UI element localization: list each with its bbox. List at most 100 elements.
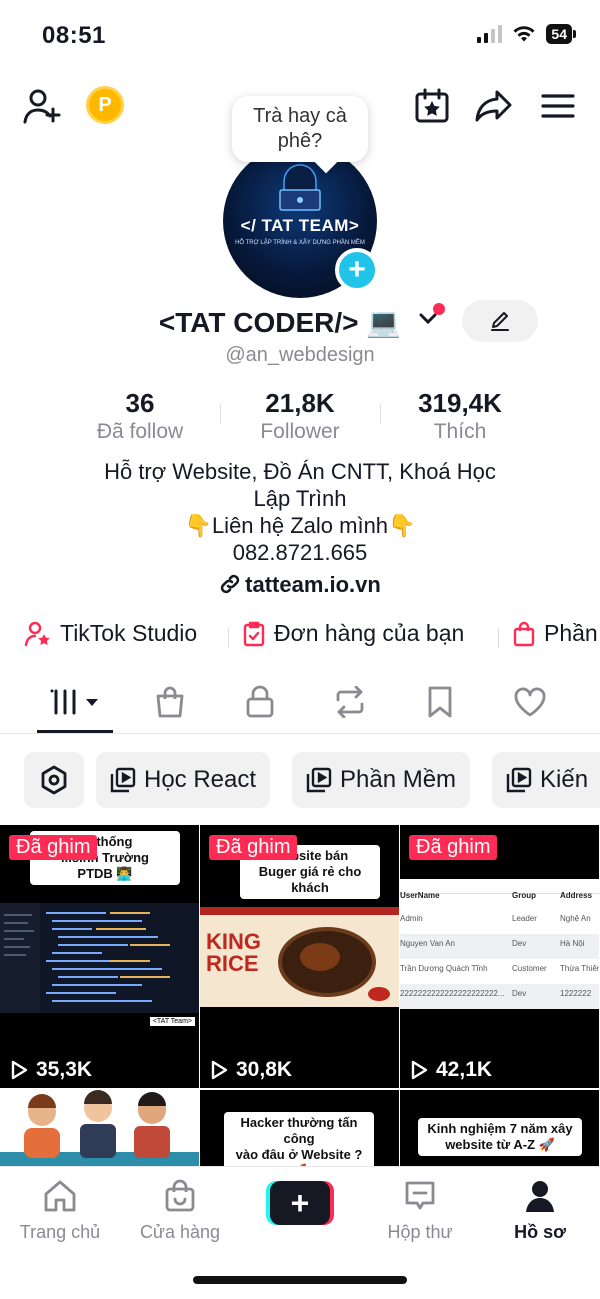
profile-bio: Hỗ trợ Website, Đồ Án CNTT, Khoá Học Lập…: [0, 458, 600, 566]
status-bar: 08:51 54: [0, 0, 600, 70]
bio-line: 👇Liên hệ Zalo mình👇: [184, 513, 416, 538]
bio-line: 082.8721.665: [232, 540, 368, 565]
link-icon: [221, 574, 240, 594]
bag-icon: [513, 621, 535, 646]
nav-label: Trang chủ: [19, 1222, 101, 1242]
bio-link-text: tatteam.io.vn: [245, 572, 381, 597]
video-caption: Hacker thường tấn công vào đâu ở Website…: [224, 1112, 374, 1171]
note-bubble-text: Trà hay cà phê?: [253, 105, 347, 152]
status-time: 08:51: [42, 22, 106, 49]
tab-liked[interactable]: [500, 682, 560, 722]
watermark-tag: <TAT Team>: [149, 1017, 195, 1026]
plus-icon: +: [348, 253, 366, 286]
pinned-badge: Đã ghim: [9, 835, 98, 860]
video-thumbnail[interactable]: Website bán Buger giá rẻ cho khách KING …: [200, 825, 399, 1088]
playlist-icon: [506, 767, 532, 793]
stat-likes[interactable]: 319,4K Thích: [380, 388, 540, 444]
playlist-chip[interactable]: Phần Mềm: [292, 752, 471, 808]
account-switch-chevron-icon[interactable]: [418, 312, 438, 331]
code-screenshot: [0, 903, 199, 1013]
tiktok-studio-link[interactable]: TikTok Studio: [24, 620, 197, 647]
edit-profile-button[interactable]: [462, 300, 538, 342]
stat-value: 36: [125, 388, 155, 418]
bio-line: Hỗ trợ Website, Đồ Án CNTT, Khoá Học: [104, 459, 496, 484]
share-icon[interactable]: [474, 86, 514, 126]
add-story-button[interactable]: +: [335, 248, 379, 292]
repost-icon: [336, 686, 364, 718]
nav-profile[interactable]: Hồ sơ: [480, 1179, 600, 1243]
nav-label: Hồ sơ: [514, 1222, 566, 1242]
bookmark-icon: [428, 686, 452, 718]
video-caption: Kinh nghiệm 7 năm xây website từ A-Z 🚀: [418, 1118, 582, 1156]
quick-link-label: TikTok Studio: [60, 620, 198, 646]
playlist-icon: [306, 767, 332, 793]
view-count: 35,3K: [10, 1058, 92, 1082]
view-count-text: 30,8K: [236, 1058, 293, 1081]
profile-handle: @an_webdesign: [225, 344, 375, 366]
play-icon: [11, 1060, 28, 1080]
shop-link[interactable]: Phần: [512, 620, 598, 647]
coin-button[interactable]: P: [86, 86, 124, 124]
thumb-title: KING RICE: [206, 929, 261, 976]
tab-reposts[interactable]: [320, 682, 380, 722]
hacker-icon: [279, 164, 321, 211]
tab-shop[interactable]: [140, 682, 200, 722]
food-website-screenshot: KING RICE: [200, 907, 399, 1007]
playlist-label: Học React: [144, 766, 257, 793]
plus-icon: +: [270, 1181, 330, 1225]
stat-following[interactable]: 36 Đã follow: [60, 388, 220, 444]
bio-link[interactable]: tatteam.io.vn: [0, 572, 600, 598]
video-thumbnail[interactable]: UserName Group Address Admin Leader Nghệ…: [400, 825, 599, 1088]
add-friend-icon[interactable]: [20, 86, 64, 126]
playlist-settings-button[interactable]: [24, 752, 84, 808]
note-bubble[interactable]: Trà hay cà phê?: [232, 96, 368, 162]
tab-videos[interactable]: [45, 682, 105, 722]
menu-icon[interactable]: [540, 90, 576, 122]
shopping-bag-icon: [156, 686, 184, 718]
divider: [228, 628, 229, 648]
order-icon: [243, 621, 265, 646]
play-icon: [411, 1060, 428, 1080]
home-icon: [44, 1180, 76, 1212]
table-row: Nguyen Van An Dev Hà Nội: [400, 934, 599, 959]
table-row: 2222222222222222222222... Dev 1222222: [400, 984, 599, 1009]
tab-favorites[interactable]: [410, 682, 470, 722]
stat-value: 21,8K: [265, 388, 335, 418]
playlist-chip[interactable]: Kiến: [492, 752, 600, 808]
avatar-sub-text: HỖ TRỢ LẬP TRÌNH & XÂY DỰNG PHẦN MỀM: [235, 240, 365, 246]
home-indicator: [193, 1276, 407, 1284]
video-grid: hệ thống ...sinh Trường PTDB 👨‍💻 <TAT Te…: [0, 825, 600, 1171]
create-button[interactable]: +: [266, 1181, 334, 1225]
nav-home[interactable]: Trang chủ: [0, 1179, 120, 1243]
calendar-star-icon[interactable]: [412, 86, 452, 126]
content-tabs: [0, 668, 600, 734]
stat-followers[interactable]: 21,8K Follower: [220, 388, 380, 444]
view-count: 30,8K: [210, 1058, 292, 1082]
pencil-icon: [491, 312, 509, 331]
nav-inbox[interactable]: Hộp thư: [360, 1179, 480, 1243]
playlist-chips: Học React Phần Mềm Kiến: [0, 752, 600, 808]
nav-shop[interactable]: Cửa hàng: [120, 1179, 240, 1243]
orders-link[interactable]: Đơn hàng của bạn: [242, 620, 464, 647]
video-thumbnail[interactable]: Kinh nghiệm 7 năm xây website từ A-Z 🚀: [400, 1090, 599, 1171]
video-thumbnail[interactable]: Hacker thường tấn công vào đâu ở Website…: [200, 1090, 399, 1171]
tab-private[interactable]: [230, 682, 290, 722]
video-thumbnail[interactable]: hệ thống ...sinh Trường PTDB 👨‍💻 <TAT Te…: [0, 825, 199, 1088]
playlist-icon: [110, 767, 136, 793]
inbox-icon: [405, 1181, 435, 1210]
display-name: <TAT CODER/> 💻: [158, 307, 402, 338]
quick-link-label: Đơn hàng của bạn: [274, 620, 465, 646]
people-illustration: [0, 1090, 199, 1171]
play-icon: [211, 1060, 228, 1080]
quick-links: TikTok Studio Đơn hàng của bạn Phần: [0, 620, 600, 654]
video-thumbnail[interactable]: [0, 1090, 199, 1171]
lock-icon: [246, 685, 274, 718]
profile-icon: [526, 1181, 554, 1212]
divider: [498, 628, 499, 648]
playlist-chip[interactable]: Học React: [96, 752, 271, 808]
nav-label: Hộp thư: [387, 1222, 453, 1242]
shop-bag-icon: [165, 1179, 195, 1212]
grid-icon: [50, 689, 98, 715]
nav-label: Cửa hàng: [139, 1222, 221, 1242]
bio-line: Lập Trình: [253, 486, 347, 511]
